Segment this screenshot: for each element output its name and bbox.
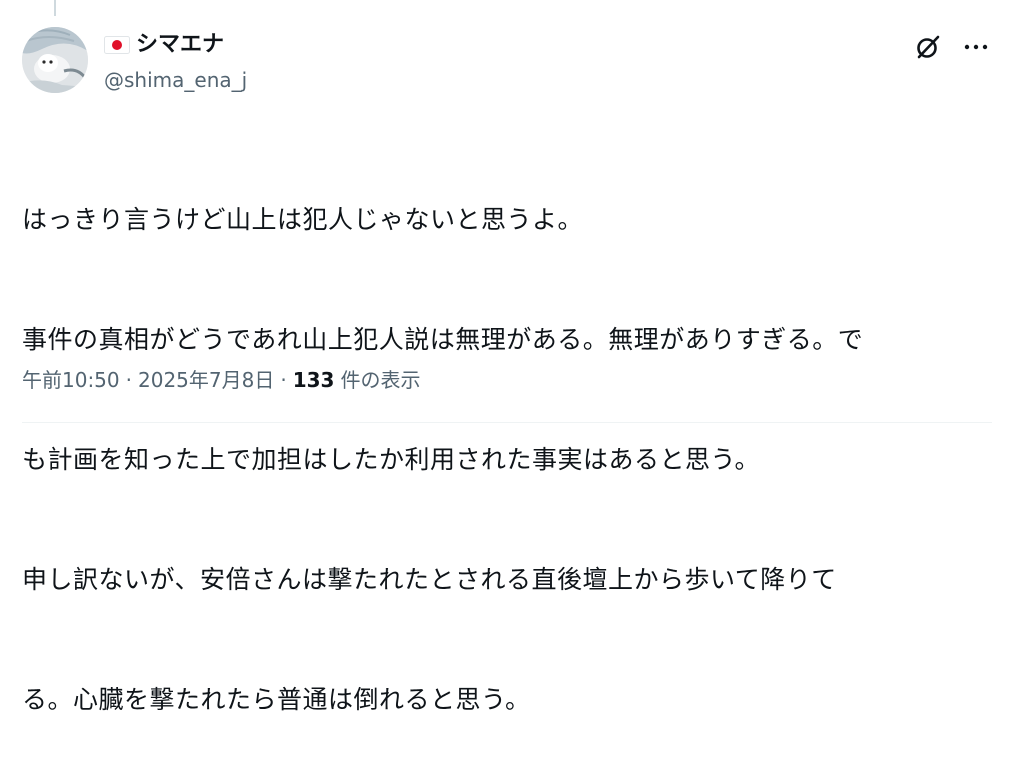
meta-separator: · bbox=[280, 368, 287, 392]
more-icon[interactable] bbox=[962, 33, 990, 61]
display-name[interactable]: シマエナ bbox=[136, 30, 224, 60]
japan-flag-icon bbox=[104, 36, 130, 54]
tweet-text: はっきり言うけど山上は犯人じゃないと思うよ。 事件の真相がどうであれ山上犯人説は… bbox=[22, 120, 997, 760]
user-info: シマエナ @shima_ena_j bbox=[104, 30, 247, 94]
thread-connector-line bbox=[54, 0, 56, 16]
header-actions bbox=[914, 33, 990, 61]
meta-separator: · bbox=[125, 368, 132, 392]
views-label: 件の表示 bbox=[340, 368, 421, 392]
tweet-line: る。心臓を撃たれたら普通は倒れると思う。 bbox=[22, 685, 531, 714]
avatar[interactable] bbox=[22, 27, 88, 93]
divider bbox=[22, 422, 992, 423]
user-handle[interactable]: @shima_ena_j bbox=[104, 66, 247, 94]
tweet-line: 申し訳ないが、安倍さんは撃たれたとされる直後壇上から歩いて降りて bbox=[22, 565, 837, 594]
avatar-image bbox=[22, 27, 88, 93]
tweet-time[interactable]: 午前10:50 bbox=[22, 366, 120, 394]
tweet-line: はっきり言うけど山上は犯人じゃないと思うよ。 bbox=[22, 205, 584, 234]
name-row[interactable]: シマエナ bbox=[104, 30, 247, 60]
tweet-meta: 午前10:50 · 2025年7月8日 · 133 件の表示 bbox=[22, 366, 420, 394]
views-count: 133 bbox=[292, 368, 335, 392]
grok-icon[interactable] bbox=[914, 33, 942, 61]
tweet-line: も計画を知った上で加担はしたか利用された事実はあると思う。 bbox=[22, 445, 761, 474]
tweet-line: 事件の真相がどうであれ山上犯人説は無理がある。無理がありすぎる。で bbox=[22, 325, 864, 354]
tweet-date[interactable]: 2025年7月8日 bbox=[138, 366, 274, 394]
